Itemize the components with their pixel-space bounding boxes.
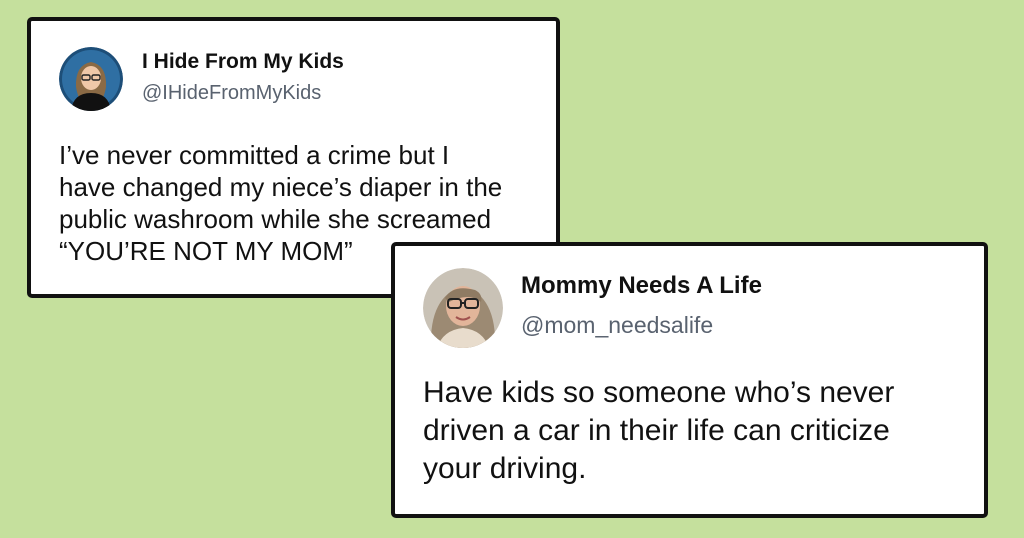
user-handle[interactable]: @IHideFromMyKids	[142, 82, 321, 105]
avatar[interactable]	[423, 268, 503, 348]
avatar-image	[423, 268, 503, 348]
tweet-text: Have kids so someone who’s never driven …	[423, 376, 895, 485]
user-handle[interactable]: @mom_needsalife	[521, 312, 713, 339]
display-name[interactable]: Mommy Needs A Life	[521, 272, 762, 300]
avatar-image	[59, 47, 123, 111]
display-name[interactable]: I Hide From My Kids	[142, 50, 344, 74]
avatar[interactable]	[59, 47, 123, 111]
background: I Hide From My Kids @IHideFromMyKids I’v…	[0, 0, 1024, 538]
tweet-card[interactable]: Mommy Needs A Life @mom_needsalife Have …	[391, 242, 988, 518]
